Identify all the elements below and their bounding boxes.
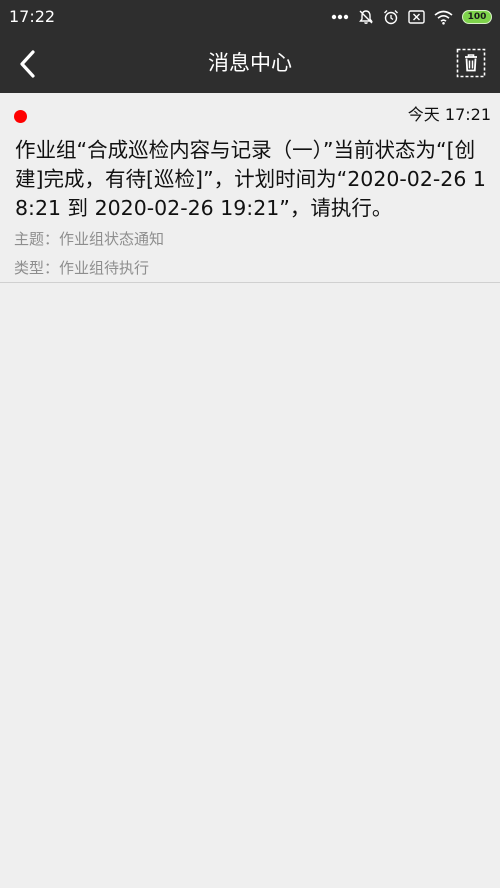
status-icons: 100 xyxy=(322,6,492,28)
message-body: 作业组“合成巡检内容与记录（一）”当前状态为“[创建]完成，有待[巡检]”，计划… xyxy=(15,138,486,220)
delete-button[interactable] xyxy=(454,46,488,80)
mute-bell-icon xyxy=(359,10,373,24)
message-time: 今天 17:21 xyxy=(407,105,491,124)
battery-level: 100 xyxy=(467,12,487,22)
alarm-icon xyxy=(384,10,398,25)
message-item[interactable]: 今天 17:21 作业组“合成巡检内容与记录（一）”当前状态为“[创建]完成，有… xyxy=(0,93,500,283)
page-title: 消息中心 xyxy=(208,51,292,75)
unread-dot xyxy=(14,110,27,123)
message-type: 类型：作业组待执行 xyxy=(14,259,150,277)
close-box-icon xyxy=(408,10,425,24)
status-bar: 17:22 100 xyxy=(0,0,500,34)
message-subject: 主题：作业组状态通知 xyxy=(14,230,165,248)
battery-icon: 100 xyxy=(462,10,492,24)
header: 消息中心 xyxy=(0,34,500,93)
status-time: 17:22 xyxy=(9,7,56,26)
wifi-icon xyxy=(434,10,453,25)
more-dots-icon xyxy=(331,14,349,20)
trash-icon xyxy=(456,48,486,78)
